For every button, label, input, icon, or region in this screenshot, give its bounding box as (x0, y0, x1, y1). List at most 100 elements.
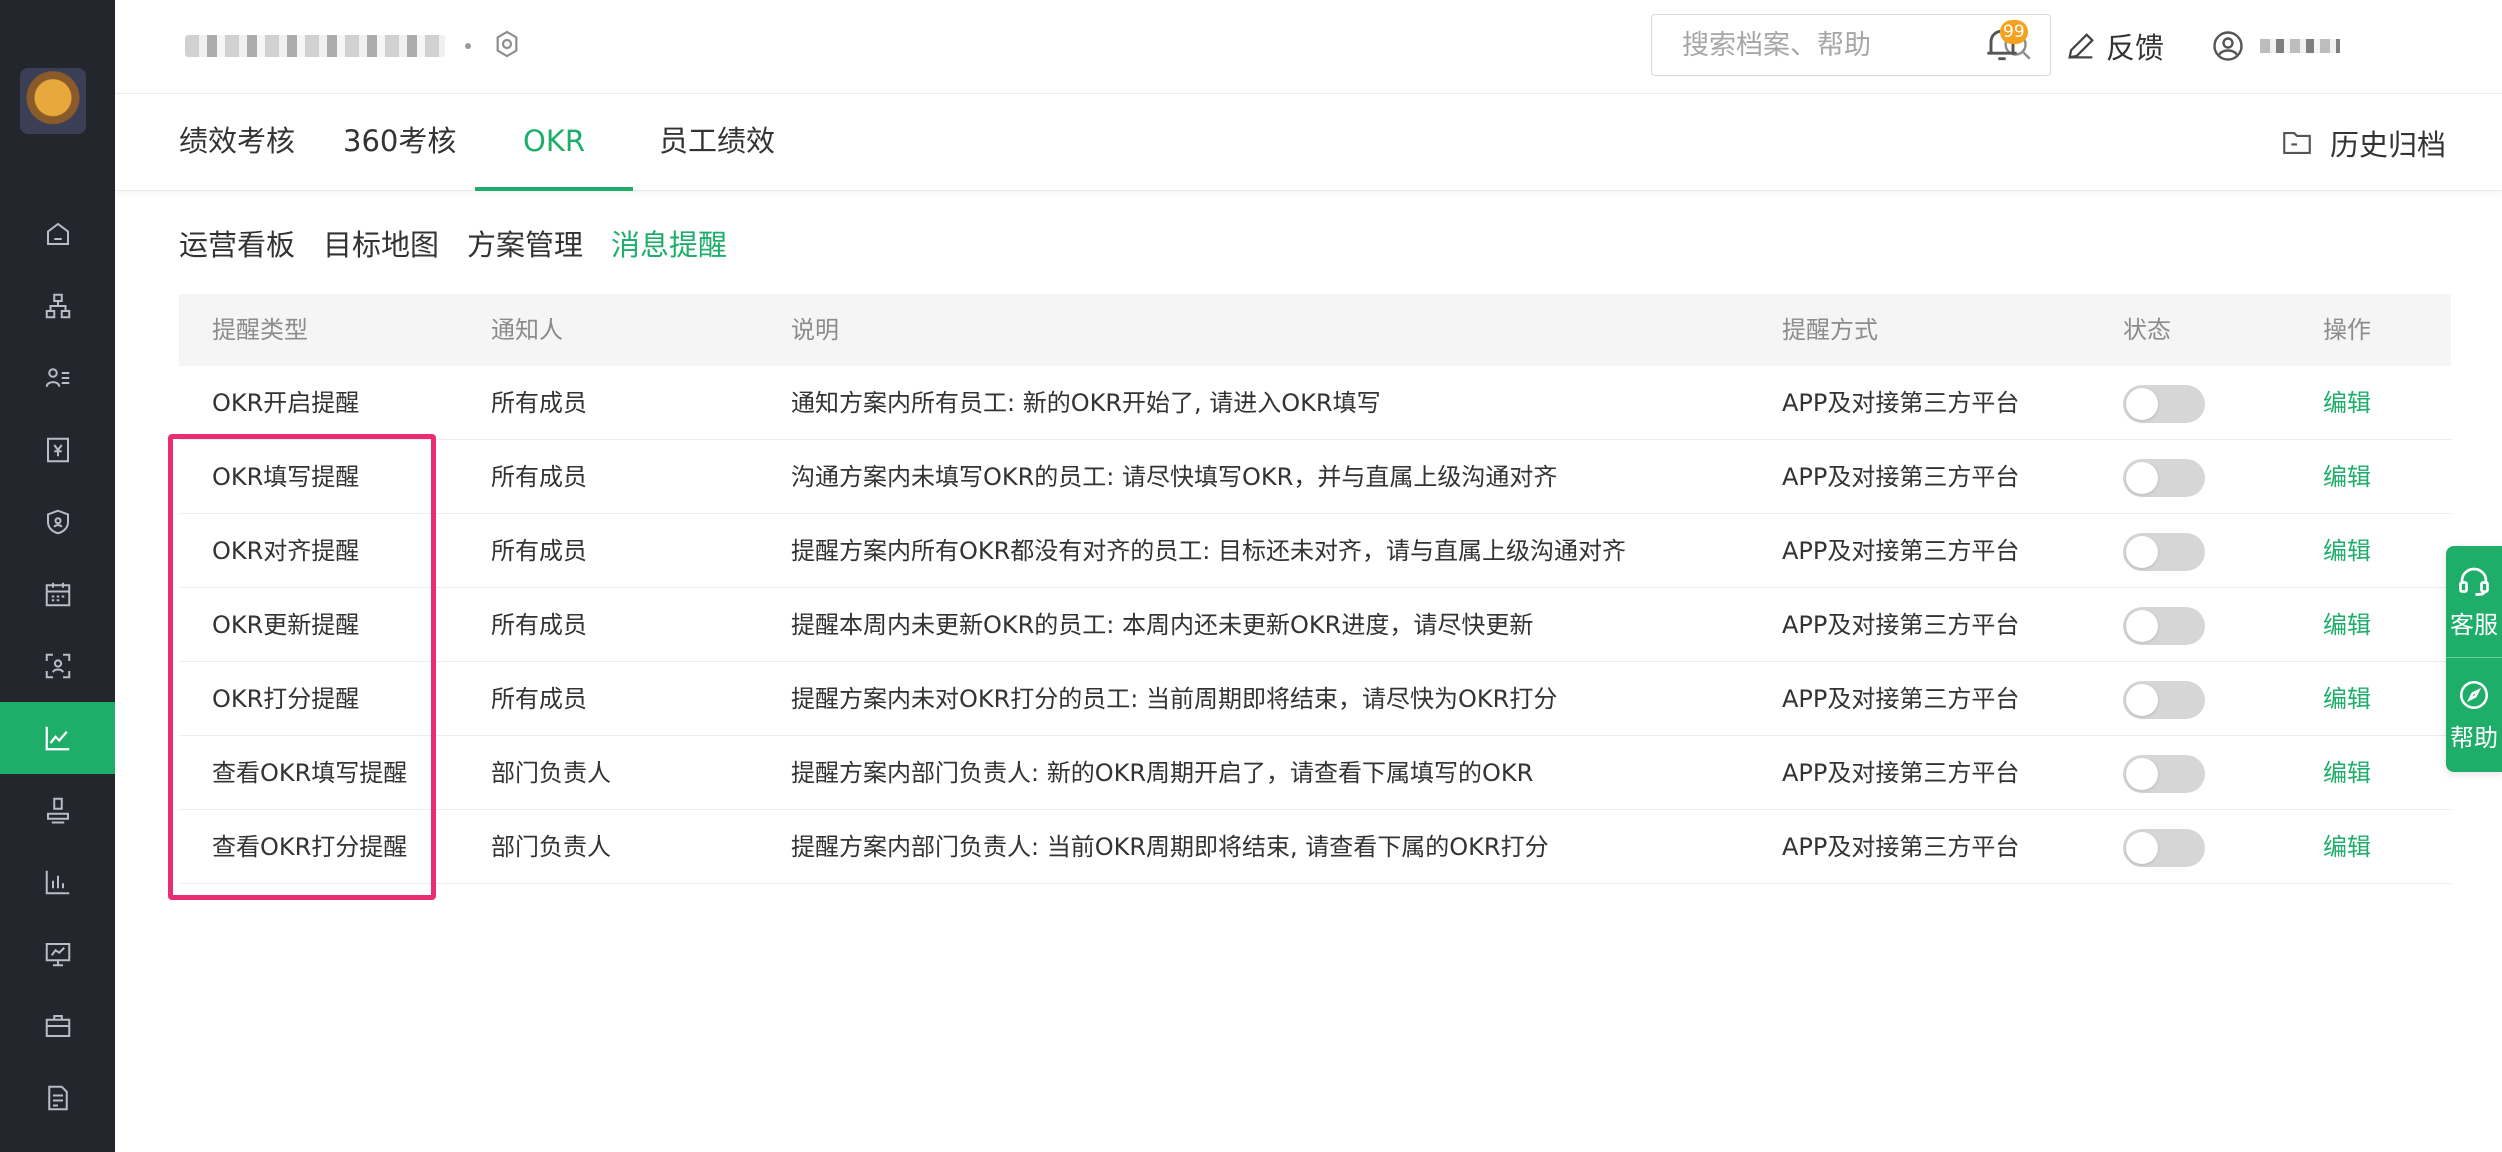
table-row: OKR开启提醒 所有成员 通知方案内所有员工: 新的OKR开始了, 请进入OKR… (179, 366, 2451, 440)
reminder-recipient: 所有成员 (491, 389, 587, 417)
sidebar-item-training[interactable] (0, 918, 115, 990)
reminder-description: 沟通方案内未填写OKR的员工: 请尽快填写OKR，并与直属上级沟通对齐 (791, 463, 1558, 491)
history-archive-label: 历史归档 (2329, 128, 2446, 162)
status-toggle[interactable] (2123, 681, 2205, 719)
reminder-type: 查看OKR打分提醒 (212, 833, 408, 861)
status-toggle[interactable] (2123, 829, 2205, 867)
status-toggle[interactable] (2123, 385, 2205, 423)
user-menu[interactable] (2210, 24, 2340, 68)
column-header-type: 提醒类型 (212, 316, 308, 344)
history-archive-button[interactable]: 历史归档 (2280, 123, 2446, 163)
subtab-goal-map[interactable]: 目标地图 (323, 222, 439, 264)
reminder-type: OKR对齐提醒 (212, 537, 360, 565)
sidebar-item-calendar[interactable] (0, 558, 115, 630)
reminder-recipient: 部门负责人 (491, 759, 611, 787)
status-toggle[interactable] (2123, 459, 2205, 497)
security-icon (46, 509, 69, 535)
reminder-description: 通知方案内所有员工: 新的OKR开始了, 请进入OKR填写 (791, 389, 1381, 417)
help-label: 帮助 (2450, 723, 2498, 752)
column-header-status: 状态 (2123, 316, 2171, 344)
report-icon (45, 870, 69, 895)
sidebar-item-organization[interactable] (0, 270, 115, 342)
edit-link[interactable]: 编辑 (2323, 440, 2371, 514)
search-input[interactable] (1652, 15, 1992, 75)
subtab-message-reminder[interactable]: 消息提醒 (611, 222, 727, 264)
reminder-description: 提醒方案内所有OKR都没有对齐的员工: 目标还未对齐，请与直属上级沟通对齐 (791, 537, 1627, 565)
reminder-method: APP及对接第三方平台 (1782, 833, 2020, 861)
reminder-type: 查看OKR填写提醒 (212, 759, 408, 787)
user-avatar-icon (2213, 31, 2243, 61)
help-button[interactable]: 帮助 (2446, 659, 2502, 771)
sidebar-item-reports[interactable] (0, 846, 115, 918)
customer-service-label: 客服 (2450, 611, 2498, 639)
table-row: OKR填写提醒 所有成员 沟通方案内未填写OKR的员工: 请尽快填写OKR，并与… (179, 440, 2451, 514)
headset-icon (2459, 567, 2489, 596)
main-tabs: 绩效考核 360考核 OKR 员工绩效 历史归档 (115, 95, 2502, 191)
reminder-type: OKR更新提醒 (212, 611, 360, 639)
tab-360-review[interactable]: 360考核 (343, 95, 456, 191)
edit-icon (2068, 33, 2094, 59)
org-chart-icon (45, 293, 70, 319)
reminder-description: 提醒方案内未对OKR打分的员工: 当前周期即将结束，请尽快为OKR打分 (791, 685, 1558, 713)
reminder-recipient: 所有成员 (491, 463, 587, 491)
sidebar (0, 0, 115, 1152)
sidebar-item-salary[interactable] (0, 414, 115, 486)
reminder-type: OKR填写提醒 (212, 463, 360, 491)
table-row: 查看OKR打分提醒 部门负责人 提醒方案内部门负责人: 当前OKR周期即将结束,… (179, 810, 2451, 884)
sidebar-item-recruitment[interactable] (0, 990, 115, 1062)
status-toggle[interactable] (2123, 607, 2205, 645)
document-icon (47, 1085, 68, 1111)
reminder-recipient: 所有成员 (491, 685, 587, 713)
reminder-recipient: 所有成员 (491, 611, 587, 639)
sidebar-item-performance[interactable] (0, 702, 115, 774)
settings-icon[interactable] (491, 28, 523, 64)
edit-link[interactable]: 编辑 (2323, 736, 2371, 810)
sidebar-item-approval[interactable] (0, 774, 115, 846)
table-header: 提醒类型 通知人 说明 提醒方式 状态 操作 (179, 294, 2451, 366)
tab-okr[interactable]: OKR (475, 95, 633, 191)
user-name-redacted (2260, 39, 2340, 53)
table-row: OKR打分提醒 所有成员 提醒方案内未对OKR打分的员工: 当前周期即将结束，请… (179, 662, 2451, 736)
status-toggle[interactable] (2123, 533, 2205, 571)
sidebar-item-security[interactable] (0, 486, 115, 558)
salary-icon (46, 437, 69, 463)
employee-list-icon (45, 368, 69, 387)
edit-link[interactable]: 编辑 (2323, 662, 2371, 736)
company-switcher[interactable] (185, 28, 523, 64)
tab-performance-review[interactable]: 绩效考核 (179, 95, 295, 191)
column-header-action: 操作 (2323, 316, 2371, 344)
calendar-icon (45, 582, 70, 607)
column-header-method: 提醒方式 (1782, 316, 1878, 344)
reminder-recipient: 所有成员 (491, 537, 587, 565)
approval-stamp-icon (46, 797, 69, 824)
edit-link[interactable]: 编辑 (2323, 366, 2371, 440)
edit-link[interactable]: 编辑 (2323, 588, 2371, 662)
reminder-table: 提醒类型 通知人 说明 提醒方式 状态 操作 OKR开启提醒 所有成员 通知方案… (179, 294, 2451, 884)
column-header-description: 说明 (791, 316, 839, 344)
tab-employee-performance[interactable]: 员工绩效 (659, 95, 775, 191)
sidebar-item-home[interactable] (0, 198, 115, 270)
reminder-method: APP及对接第三方平台 (1782, 685, 2020, 713)
compass-icon (2459, 680, 2489, 709)
sidebar-item-employees[interactable] (0, 342, 115, 414)
reminder-type: OKR开启提醒 (212, 389, 360, 417)
customer-service-button[interactable]: 客服 (2446, 546, 2502, 658)
edit-link[interactable]: 编辑 (2323, 514, 2371, 588)
subtab-plan-management[interactable]: 方案管理 (467, 222, 583, 264)
feedback-label: 反馈 (2106, 31, 2165, 65)
company-logo[interactable] (20, 68, 86, 134)
sidebar-item-attendance[interactable] (0, 630, 115, 702)
reminder-method: APP及对接第三方平台 (1782, 537, 2020, 565)
floating-help-panel: 客服 帮助 (2446, 546, 2502, 772)
subtab-operations-board[interactable]: 运营看板 (179, 222, 295, 264)
edit-link[interactable]: 编辑 (2323, 810, 2371, 884)
status-toggle[interactable] (2123, 755, 2205, 793)
reminder-type: OKR打分提醒 (212, 685, 360, 713)
briefcase-icon (45, 1015, 70, 1037)
column-header-recipient: 通知人 (491, 316, 563, 344)
home-icon (46, 222, 69, 245)
table-row: OKR对齐提醒 所有成员 提醒方案内所有OKR都没有对齐的员工: 目标还未对齐，… (179, 514, 2451, 588)
feedback-button[interactable]: 反馈 (2064, 24, 2164, 68)
sidebar-item-documents[interactable] (0, 1062, 115, 1134)
reminder-method: APP及对接第三方平台 (1782, 389, 2020, 417)
